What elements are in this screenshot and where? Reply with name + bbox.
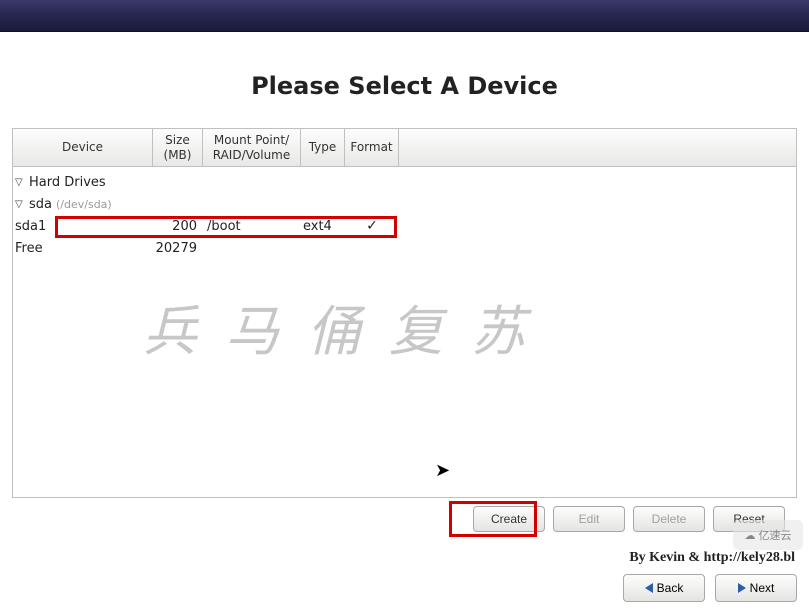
- header-device[interactable]: Device: [13, 129, 153, 166]
- disk-path: (/dev/sda): [56, 198, 112, 211]
- partition-tree[interactable]: ▽ Hard Drives ▽ sda (/dev/sda) sda1 200 …: [13, 167, 796, 497]
- root-label: Hard Drives: [29, 175, 106, 190]
- watermark-text: 兵马俑复苏: [143, 287, 553, 366]
- back-label: Back: [657, 581, 684, 595]
- expander-icon[interactable]: ▽: [15, 199, 25, 210]
- partition-table-panel: Device Size (MB) Mount Point/ RAID/Volum…: [12, 128, 797, 498]
- header-mount[interactable]: Mount Point/ RAID/Volume: [203, 129, 301, 166]
- expander-icon[interactable]: ▽: [15, 177, 25, 188]
- attribution-text: By Kevin & http://kely28.bl: [629, 550, 795, 566]
- check-icon: ✓: [366, 218, 378, 234]
- header-type[interactable]: Type: [301, 129, 345, 166]
- arrow-right-icon: [738, 583, 746, 593]
- back-button[interactable]: Back: [623, 574, 705, 602]
- next-label: Next: [750, 581, 775, 595]
- partition-mount: /boot: [203, 219, 301, 234]
- tree-row-hard-drives[interactable]: ▽ Hard Drives: [13, 171, 796, 193]
- header-format[interactable]: Format: [345, 129, 399, 166]
- header-size[interactable]: Size (MB): [153, 129, 203, 166]
- next-button[interactable]: Next: [715, 574, 797, 602]
- partition-size: 20279: [153, 241, 203, 256]
- create-button[interactable]: Create: [473, 506, 545, 532]
- partition-size: 200: [153, 219, 203, 234]
- page-title: Please Select A Device: [12, 72, 797, 100]
- partition-type: ext4: [301, 219, 345, 234]
- reset-button[interactable]: Reset: [713, 506, 785, 532]
- delete-button: Delete: [633, 506, 705, 532]
- table-row[interactable]: Free 20279: [13, 237, 796, 259]
- title-bar: [0, 0, 809, 32]
- table-header-row: Device Size (MB) Mount Point/ RAID/Volum…: [13, 129, 796, 167]
- partition-format: ✓: [345, 218, 399, 234]
- partition-name: Free: [13, 241, 153, 256]
- partition-name: sda1: [13, 219, 153, 234]
- main-content: Please Select A Device Device Size (MB) …: [0, 32, 809, 540]
- nav-button-row: Back Next: [623, 574, 797, 602]
- edit-button: Edit: [553, 506, 625, 532]
- table-row[interactable]: sda1 200 /boot ext4 ✓: [13, 215, 796, 237]
- tree-row-disk[interactable]: ▽ sda (/dev/sda): [13, 193, 796, 215]
- action-button-row: Create Edit Delete Reset: [12, 498, 797, 540]
- arrow-left-icon: [645, 583, 653, 593]
- disk-name: sda: [29, 197, 52, 212]
